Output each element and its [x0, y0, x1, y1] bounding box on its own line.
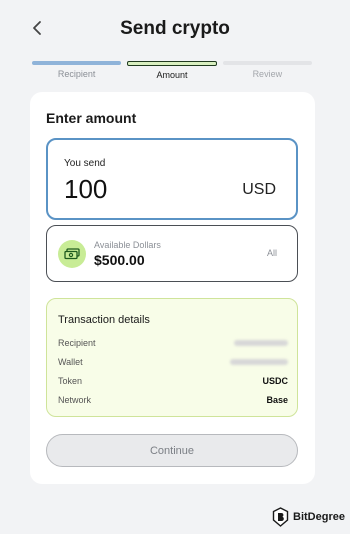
- tx-key: Token: [58, 376, 83, 386]
- transaction-details-title: Transaction details: [58, 314, 150, 326]
- step-label: Amount: [156, 70, 188, 80]
- step-label: Recipient: [57, 69, 96, 79]
- send-label: You send: [64, 158, 106, 169]
- tx-value: USDC: [262, 376, 288, 386]
- tx-row-network: Network Base: [58, 393, 288, 407]
- step-amount[interactable]: Amount: [127, 61, 217, 81]
- transaction-details: Transaction details Recipient Wallet Tok…: [46, 298, 298, 417]
- tx-row-token: Token USDC: [58, 374, 288, 388]
- tx-key: Wallet: [58, 357, 83, 367]
- step-review: Review: [222, 61, 312, 81]
- step-label: Review: [252, 69, 283, 79]
- redacted-value: [230, 359, 288, 365]
- bitdegree-logo-icon: [272, 507, 289, 527]
- all-button[interactable]: All: [267, 248, 277, 258]
- currency-selector[interactable]: USD: [242, 181, 276, 199]
- card-title: Enter amount: [46, 110, 137, 126]
- tx-row-recipient: Recipient: [58, 336, 288, 350]
- header: Send crypto: [0, 0, 350, 56]
- redacted-value: [234, 340, 288, 346]
- page-title: Send crypto: [120, 18, 230, 39]
- step-bar: [127, 61, 217, 66]
- tx-row-wallet: Wallet: [58, 355, 288, 369]
- step-bar: [222, 61, 312, 65]
- cash-icon: [58, 240, 86, 268]
- send-amount-value[interactable]: 100: [64, 174, 107, 205]
- stepper: Recipient Amount Review: [32, 61, 312, 81]
- amount-input[interactable]: You send 100 USD: [46, 138, 298, 220]
- amount-card: Enter amount You send 100 USD Available …: [30, 92, 315, 484]
- tx-value: Base: [266, 395, 288, 405]
- tx-key: Recipient: [58, 338, 96, 348]
- brand-name: BitDegree: [293, 511, 345, 523]
- available-balance[interactable]: Available Dollars $500.00 All: [46, 225, 298, 282]
- continue-button[interactable]: Continue: [46, 434, 298, 467]
- tx-key: Network: [58, 395, 92, 405]
- available-value: $500.00: [94, 252, 145, 268]
- brand-watermark: BitDegree: [272, 506, 345, 528]
- step-bar: [32, 61, 122, 65]
- available-label: Available Dollars: [94, 240, 161, 250]
- step-recipient[interactable]: Recipient: [32, 61, 122, 81]
